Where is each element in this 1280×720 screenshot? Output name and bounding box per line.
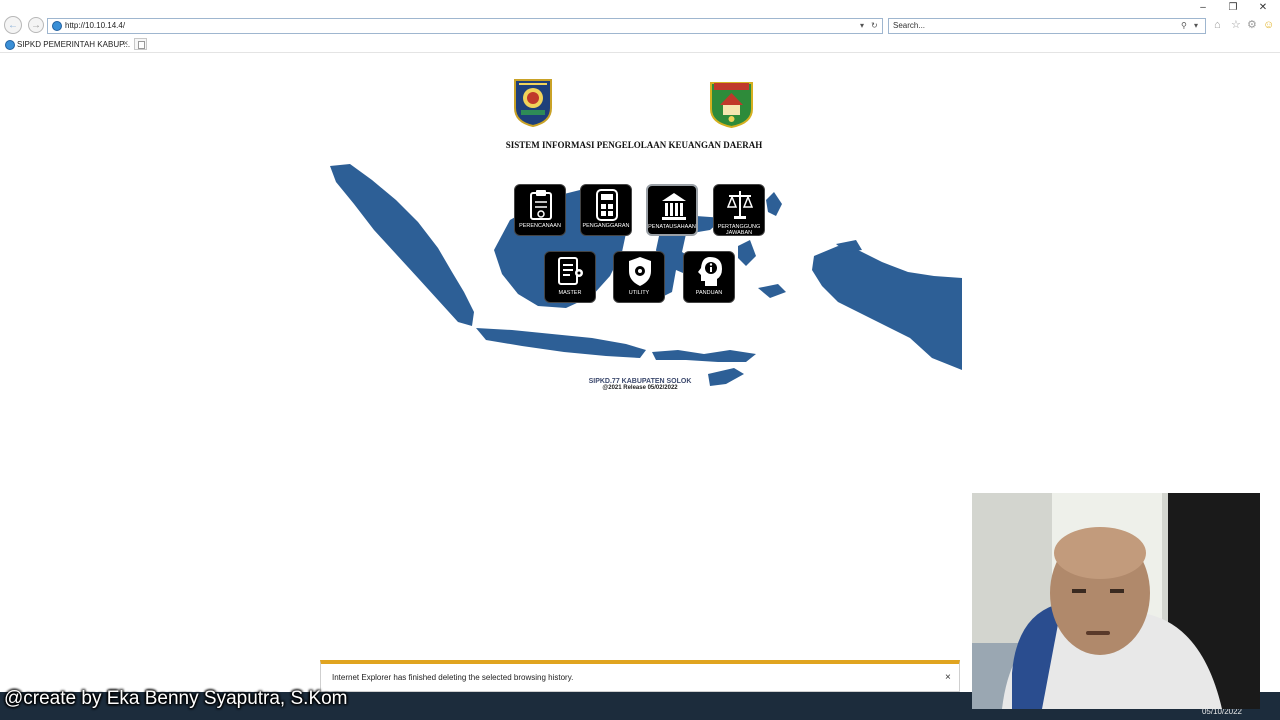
search-icon[interactable]: ⚲: [1181, 20, 1187, 32]
address-row: ← → http://10.10.14.4/ ▾ ↻ Search... ⚲ ▾…: [0, 16, 1280, 36]
menu-tile-panduan[interactable]: PANDUAN: [683, 251, 735, 303]
tab-row: SIPKD PEMERINTAH KABUP... ×: [0, 36, 1280, 53]
footer-app-name: SIPKD.77 KABUPATEN SOLOK: [588, 378, 692, 385]
menu-tile-utility[interactable]: UTILITY: [613, 251, 665, 303]
footer-release: @2021 Release 05/02/2022: [602, 385, 678, 391]
scales-icon: [727, 191, 753, 219]
menu-label: PERENCANAAN: [519, 223, 561, 229]
document-gear-icon: [558, 257, 583, 285]
address-url[interactable]: http://10.10.14.4/: [65, 20, 125, 32]
new-tab-button[interactable]: [134, 38, 147, 50]
tab-close-icon[interactable]: ×: [123, 38, 128, 48]
menu-label: MASTER: [558, 290, 582, 296]
presenter-video-image: [972, 493, 1260, 709]
kabupaten-solok-logo: [710, 82, 753, 129]
menu-tile-master[interactable]: MASTER: [544, 251, 596, 303]
minimize-button[interactable]: –: [1189, 1, 1217, 15]
home-icon[interactable]: ⌂: [1214, 19, 1221, 32]
tab-favicon-icon: [5, 40, 15, 50]
window-titlebar: – ❐ ✕: [0, 0, 1280, 16]
menu-label: PANDUAN: [695, 290, 723, 296]
search-dropdown-icon[interactable]: ▾: [1194, 20, 1198, 32]
info-head-icon: [698, 257, 722, 286]
kemendagri-emblem-logo: [514, 79, 552, 128]
notification-text: Internet Explorer has finished deleting …: [332, 673, 574, 682]
calculator-icon: [596, 189, 618, 221]
search-input[interactable]: Search...: [893, 20, 925, 32]
menu-tile-pertanggung-jawaban[interactable]: PERTANGGUNG JAWABAN: [713, 184, 765, 236]
menu-label: PERTANGGUNG JAWABAN: [717, 224, 761, 236]
notification-bar: Internet Explorer has finished deleting …: [320, 660, 960, 692]
bank-building-icon: [662, 193, 686, 220]
feedback-smiley-icon[interactable]: ☺: [1263, 19, 1274, 32]
favorites-star-icon[interactable]: ☆: [1231, 19, 1241, 32]
tools-gear-icon[interactable]: ⚙: [1247, 19, 1257, 32]
address-bar[interactable]: http://10.10.14.4/ ▾ ↻: [47, 18, 883, 34]
shield-gear-icon: [629, 257, 651, 286]
page-title: SISTEM INFORMASI PENGELOLAAN KEUANGAN DA…: [505, 140, 763, 150]
tab-title: SIPKD PEMERINTAH KABUP...: [17, 40, 131, 49]
menu-tile-penganggaran[interactable]: PENGANGGARAN: [580, 184, 632, 236]
back-button[interactable]: ←: [4, 16, 22, 34]
notification-close-button[interactable]: ×: [945, 672, 951, 683]
watermark-text: @create by Eka Benny Syaputra, S.Kom: [4, 688, 348, 709]
webcam-overlay: [972, 493, 1260, 709]
menu-label: PENATAUSAHAAN: [648, 224, 696, 230]
search-box[interactable]: Search... ⚲ ▾: [888, 18, 1206, 34]
ie-page-icon: [52, 21, 62, 31]
forward-button[interactable]: →: [28, 17, 44, 33]
restore-button[interactable]: ❐: [1219, 1, 1247, 15]
menu-tile-penatausahaan[interactable]: PENATAUSAHAAN: [646, 184, 698, 236]
close-window-button[interactable]: ✕: [1249, 1, 1277, 15]
menu-label: PENGANGGARAN: [582, 223, 630, 229]
address-dropdown-icon[interactable]: ▾: [860, 20, 864, 32]
menu-label: UTILITY: [628, 290, 650, 296]
menu-tile-perencanaan[interactable]: PERENCANAAN: [514, 184, 566, 236]
refresh-icon[interactable]: ↻: [871, 20, 878, 32]
tab-sipkd[interactable]: SIPKD PEMERINTAH KABUP... ×: [2, 37, 132, 52]
clipboard-icon: [530, 190, 552, 220]
